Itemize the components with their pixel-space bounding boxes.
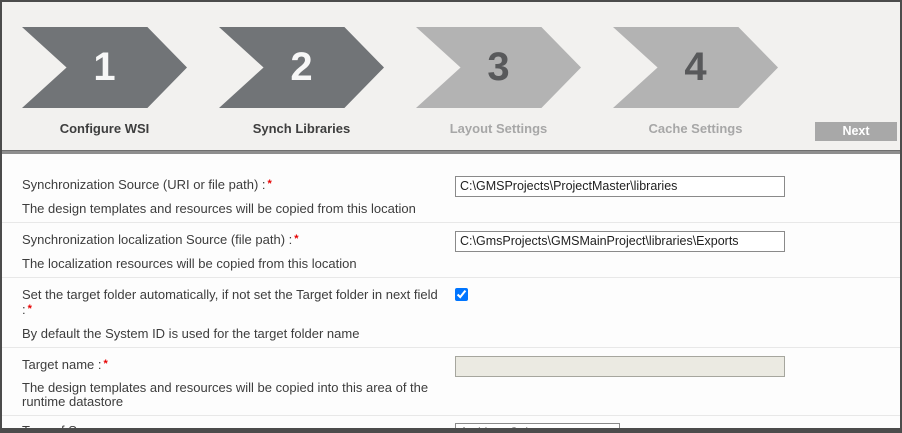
target-name-label: Target name :* — [22, 357, 445, 372]
label-text: Synchronization Source (URI or file path… — [22, 177, 266, 192]
source-type-label: Type of Source : — [22, 423, 445, 433]
wizard-step-4: 4 Cache Settings — [613, 27, 778, 150]
target-name-input — [455, 356, 785, 377]
label-text: Type of Source : — [22, 423, 117, 433]
step-2-chevron-icon[interactable]: 2 — [219, 27, 384, 108]
step-1-number: 1 — [93, 45, 115, 90]
step-1-label: Configure WSI — [22, 121, 187, 150]
auto-target-checkbox[interactable] — [455, 288, 468, 301]
label-text: Set the target folder automatically, if … — [22, 287, 438, 317]
wizard-steps: 1 Configure WSI 2 Synch Libraries 3 Layo… — [22, 27, 900, 150]
sync-source-input[interactable] — [455, 176, 785, 197]
source-type-select[interactable]: Archives Only — [455, 423, 620, 433]
form-row-source-type: Type of Source : Archives Only — [2, 416, 900, 433]
field-text: Synchronization localization Source (fil… — [22, 232, 455, 271]
step-4-number: 4 — [684, 45, 706, 90]
field-control — [455, 177, 900, 197]
required-asterisk: * — [28, 303, 32, 315]
field-control — [455, 287, 900, 306]
label-text: Synchronization localization Source (fil… — [22, 232, 292, 247]
required-asterisk: * — [268, 178, 272, 190]
field-control — [455, 232, 900, 252]
auto-target-description: By default the System ID is used for the… — [22, 326, 445, 341]
step-3-label: Layout Settings — [416, 121, 581, 150]
sync-settings-form: Synchronization Source (URI or file path… — [2, 154, 900, 433]
field-text: Set the target folder automatically, if … — [22, 287, 455, 341]
field-text: Target name :* The design templates and … — [22, 357, 455, 409]
target-name-description: The design templates and resources will … — [22, 381, 445, 409]
wizard-page: 1 Configure WSI 2 Synch Libraries 3 Layo… — [0, 0, 902, 433]
step-3-number: 3 — [487, 45, 509, 90]
step-2-number: 2 — [290, 45, 312, 90]
required-asterisk: * — [294, 233, 298, 245]
step-4-label: Cache Settings — [613, 121, 778, 150]
wizard-step-1: 1 Configure WSI — [22, 27, 187, 150]
step-4-chevron-icon[interactable]: 4 — [613, 27, 778, 108]
step-1-chevron-icon[interactable]: 1 — [22, 27, 187, 108]
label-text: Target name : — [22, 357, 102, 372]
field-control — [455, 357, 900, 377]
step-2-label: Synch Libraries — [219, 121, 384, 150]
form-row-sync-source: Synchronization Source (URI or file path… — [2, 154, 900, 223]
step-3-chevron-icon[interactable]: 3 — [416, 27, 581, 108]
sync-source-description: The design templates and resources will … — [22, 201, 445, 216]
localization-source-label: Synchronization localization Source (fil… — [22, 232, 445, 247]
form-row-target-name: Target name :* The design templates and … — [2, 348, 900, 416]
sync-source-label: Synchronization Source (URI or file path… — [22, 177, 445, 192]
auto-target-label: Set the target folder automatically, if … — [22, 287, 445, 317]
next-button[interactable]: Next — [815, 122, 897, 141]
field-text: Synchronization Source (URI or file path… — [22, 177, 455, 216]
localization-source-description: The localization resources will be copie… — [22, 256, 445, 271]
form-row-localization-source: Synchronization localization Source (fil… — [2, 223, 900, 278]
field-text: Type of Source : — [22, 423, 455, 433]
field-control: Archives Only — [455, 423, 900, 433]
wizard-step-2: 2 Synch Libraries — [219, 27, 384, 150]
wizard-step-3: 3 Layout Settings — [416, 27, 581, 150]
localization-source-input[interactable] — [455, 231, 785, 252]
form-row-auto-target: Set the target folder automatically, if … — [2, 278, 900, 348]
required-asterisk: * — [104, 358, 108, 370]
wizard-header: 1 Configure WSI 2 Synch Libraries 3 Layo… — [2, 2, 900, 150]
